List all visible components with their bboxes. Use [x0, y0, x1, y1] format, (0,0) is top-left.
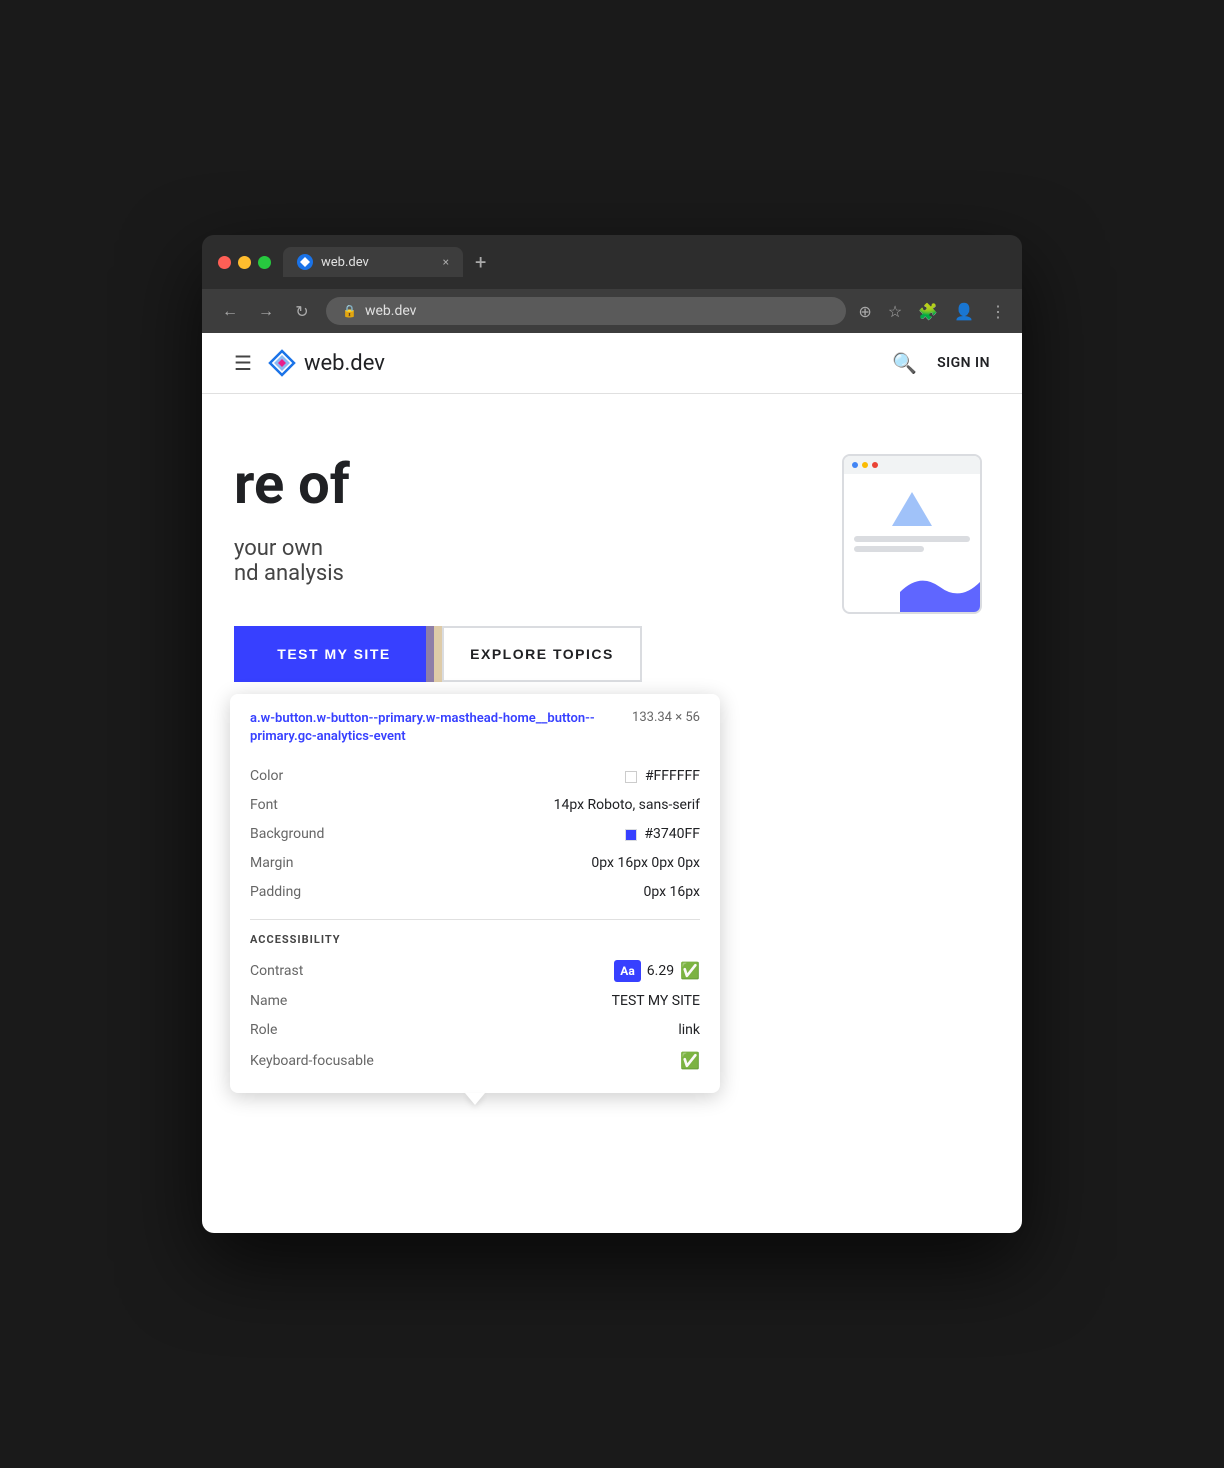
tooltip-arrow-icon — [465, 1093, 485, 1105]
browser-tab[interactable]: web.dev × — [283, 247, 463, 277]
inspector-properties-table: Color #FFFFFF Font 14px Roboto, sans-ser… — [250, 762, 700, 907]
color-swatch-icon — [625, 771, 637, 783]
keyboard-value: ✅ — [390, 1045, 700, 1077]
inspector-contrast-row: Contrast Aa 6.29 ✅ — [250, 955, 700, 987]
background-swatch-icon — [625, 829, 637, 841]
site-header-right: 🔍 SIGN IN — [892, 351, 990, 375]
contrast-badge: Aa 6.29 ✅ — [614, 959, 700, 983]
font-label: Font — [250, 791, 390, 820]
role-label: Role — [250, 1016, 390, 1045]
maximize-traffic-light[interactable] — [258, 256, 271, 269]
page-content: ☰ web.dev 🔍 SIGN IN re of your own — [202, 333, 1022, 1233]
search-icon[interactable]: 🔍 — [892, 351, 917, 375]
inspector-role-row: Role link — [250, 1016, 700, 1045]
inspector-selector-text: a.w-button.w-button--primary.w-masthead-… — [250, 710, 616, 746]
mockup-dot-1 — [852, 462, 858, 468]
back-button[interactable]: ← — [218, 301, 242, 321]
background-value: #3740FF — [390, 820, 700, 849]
browser-navbar: ← → ↻ 🔒 web.dev ⊕ ☆ 🧩 👤 ⋮ — [202, 289, 1022, 333]
site-name-text: web.dev — [304, 351, 385, 376]
padding-value: 0px 16px — [390, 878, 700, 907]
bookmark-icon[interactable]: ☆ — [888, 302, 902, 321]
margin-label: Margin — [250, 849, 390, 878]
tab-bar: web.dev × + — [283, 247, 1006, 277]
mockup-dot-3 — [872, 462, 878, 468]
inspector-background-row: Background #3740FF — [250, 820, 700, 849]
lock-icon: 🔒 — [342, 304, 357, 318]
keyboard-label: Keyboard-focusable — [250, 1045, 390, 1077]
menu-icon[interactable]: ⋮ — [990, 302, 1006, 321]
nav-actions: ⊕ ☆ 🧩 👤 ⋮ — [858, 302, 1006, 321]
site-logo[interactable]: web.dev — [268, 349, 385, 377]
close-traffic-light[interactable] — [218, 256, 231, 269]
font-value: 14px Roboto, sans-serif — [390, 791, 700, 820]
mockup-content — [844, 474, 980, 562]
inspector-font-row: Font 14px Roboto, sans-serif — [250, 791, 700, 820]
extensions-icon[interactable]: 🧩 — [918, 302, 938, 321]
color-value: #FFFFFF — [390, 762, 700, 791]
new-tab-button[interactable]: + — [475, 250, 486, 274]
mockup-dot-2 — [862, 462, 868, 468]
inspector-header: a.w-button.w-button--primary.w-masthead-… — [250, 710, 700, 746]
inspector-color-row: Color #FFFFFF — [250, 762, 700, 791]
inspector-keyboard-row: Keyboard-focusable ✅ — [250, 1045, 700, 1077]
minimize-traffic-light[interactable] — [238, 256, 251, 269]
padding-label: Padding — [250, 878, 390, 907]
site-header-left: ☰ web.dev — [234, 349, 385, 377]
tab-close-button[interactable]: × — [443, 255, 449, 269]
hero-area: re of your own nd analysis — [202, 394, 1022, 722]
inspector-padding-row: Padding 0px 16px — [250, 878, 700, 907]
name-label: Name — [250, 987, 390, 1016]
browser-window: web.dev × + ← → ↻ 🔒 web.dev ⊕ ☆ 🧩 👤 ⋮ ☰ — [202, 235, 1022, 1233]
contrast-check-icon: ✅ — [680, 959, 700, 983]
mockup-lines — [854, 536, 970, 552]
contrast-label: Contrast — [250, 955, 390, 987]
address-bar[interactable]: 🔒 web.dev — [326, 297, 846, 325]
tab-favicon — [297, 254, 313, 270]
contrast-aa-badge-text: Aa — [614, 960, 640, 982]
logo-svg-icon — [268, 349, 296, 377]
sign-in-button[interactable]: SIGN IN — [937, 355, 990, 371]
browser-mockup-illustration — [842, 454, 982, 614]
tab-title: web.dev — [321, 255, 435, 270]
margin-value: 0px 16px 0px 0px — [390, 849, 700, 878]
profile-icon[interactable]: 👤 — [954, 302, 974, 321]
name-value: TEST MY SITE — [390, 987, 700, 1016]
mockup-wave-icon — [900, 552, 980, 612]
accessibility-section-label: ACCESSIBILITY — [250, 933, 341, 946]
zoom-icon[interactable]: ⊕ — [858, 302, 871, 321]
keyboard-check-icon: ✅ — [680, 1051, 700, 1070]
site-header: ☰ web.dev 🔍 SIGN IN — [202, 333, 1022, 394]
inspector-popup: a.w-button.w-button--primary.w-masthead-… — [230, 694, 720, 1093]
color-label: Color — [250, 762, 390, 791]
background-label: Background — [250, 820, 390, 849]
mockup-bar — [844, 456, 980, 474]
inspector-margin-row: Margin 0px 16px 0px 0px — [250, 849, 700, 878]
inspector-name-row: Name TEST MY SITE — [250, 987, 700, 1016]
inspector-accessibility-table: Contrast Aa 6.29 ✅ Name TEST — [250, 955, 700, 1077]
hamburger-menu-icon[interactable]: ☰ — [234, 351, 252, 375]
address-text: web.dev — [365, 303, 417, 319]
hero-buttons: TEST MY SITE EXPLORE TOPICS — [234, 626, 990, 682]
inspector-divider — [250, 919, 700, 920]
role-value: link — [390, 1016, 700, 1045]
test-my-site-button[interactable]: TEST MY SITE — [234, 626, 434, 682]
reload-button[interactable]: ↻ — [290, 302, 314, 321]
contrast-value: Aa 6.29 ✅ — [390, 955, 700, 987]
inspector-dimensions-text: 133.34 × 56 — [632, 710, 700, 725]
forward-button[interactable]: → — [254, 301, 278, 321]
explore-topics-button[interactable]: EXPLORE TOPICS — [442, 626, 642, 682]
browser-titlebar: web.dev × + — [202, 235, 1022, 289]
mockup-line-1 — [854, 536, 970, 542]
mockup-triangle-icon — [892, 492, 932, 526]
traffic-lights — [218, 256, 271, 269]
